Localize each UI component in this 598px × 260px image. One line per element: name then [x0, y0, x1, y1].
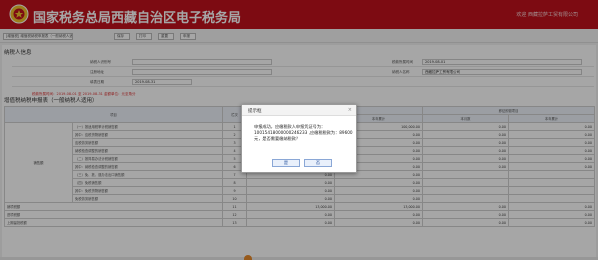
confirm-dialog: 提示框 × 申报成功，应缴税款人申报凭证号为：10015418000000246… [241, 104, 357, 173]
confirm-button[interactable]: 是 [272, 159, 300, 167]
close-icon[interactable]: × [348, 107, 352, 113]
dialog-message: 申报成功，应缴税款人申报凭证号为：10015418000000246233 ,应… [254, 124, 353, 141]
cancel-button[interactable]: 否 [304, 159, 332, 167]
dialog-title: 提示框 [242, 105, 356, 116]
